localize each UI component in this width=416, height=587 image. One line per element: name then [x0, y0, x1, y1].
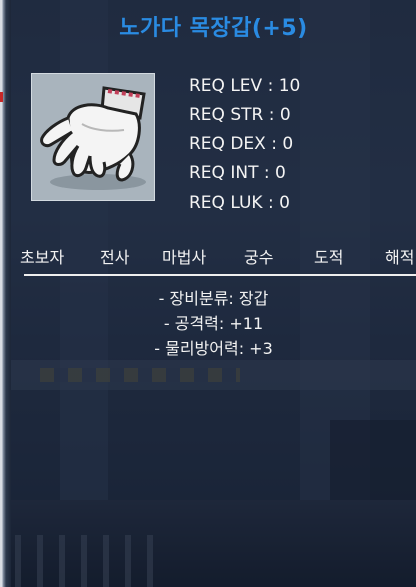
job-archer: 궁수: [244, 248, 274, 267]
stat-physical-defense: - 물리방어력: +3: [154, 339, 273, 358]
stat-equip-category: - 장비분류: 장갑: [158, 289, 269, 308]
window-edge-strip: [0, 0, 11, 587]
job-magician: 마법사: [162, 248, 207, 267]
window-edge-marker: [0, 92, 3, 102]
job-pirate: 해적: [385, 248, 415, 267]
job-warrior: 전사: [100, 248, 130, 267]
req-str-text: REQ STR : 0: [189, 105, 291, 125]
white-glove-icon: [40, 86, 146, 190]
req-level-text: REQ LEV : 10: [189, 76, 301, 96]
job-beginner: 초보자: [20, 248, 65, 267]
game-scene-background: 노가다 목장갑(+5) REQ LEV : 10 REQ STR : 0 REQ…: [0, 0, 416, 587]
item-name-title: 노가다 목장갑(+5): [119, 16, 308, 41]
req-int-text: REQ INT : 0: [189, 163, 286, 183]
job-thief: 도적: [314, 248, 344, 267]
section-divider: [24, 274, 416, 276]
req-dex-text: REQ DEX : 0: [189, 134, 294, 154]
job-class-row: 초보자 전사 마법사 궁수 도적 해적: [0, 244, 416, 268]
stat-attack: - 공격력: +11: [163, 314, 264, 333]
req-luk-text: REQ LUK : 0: [189, 193, 290, 213]
item-icon-frame: [31, 73, 155, 201]
